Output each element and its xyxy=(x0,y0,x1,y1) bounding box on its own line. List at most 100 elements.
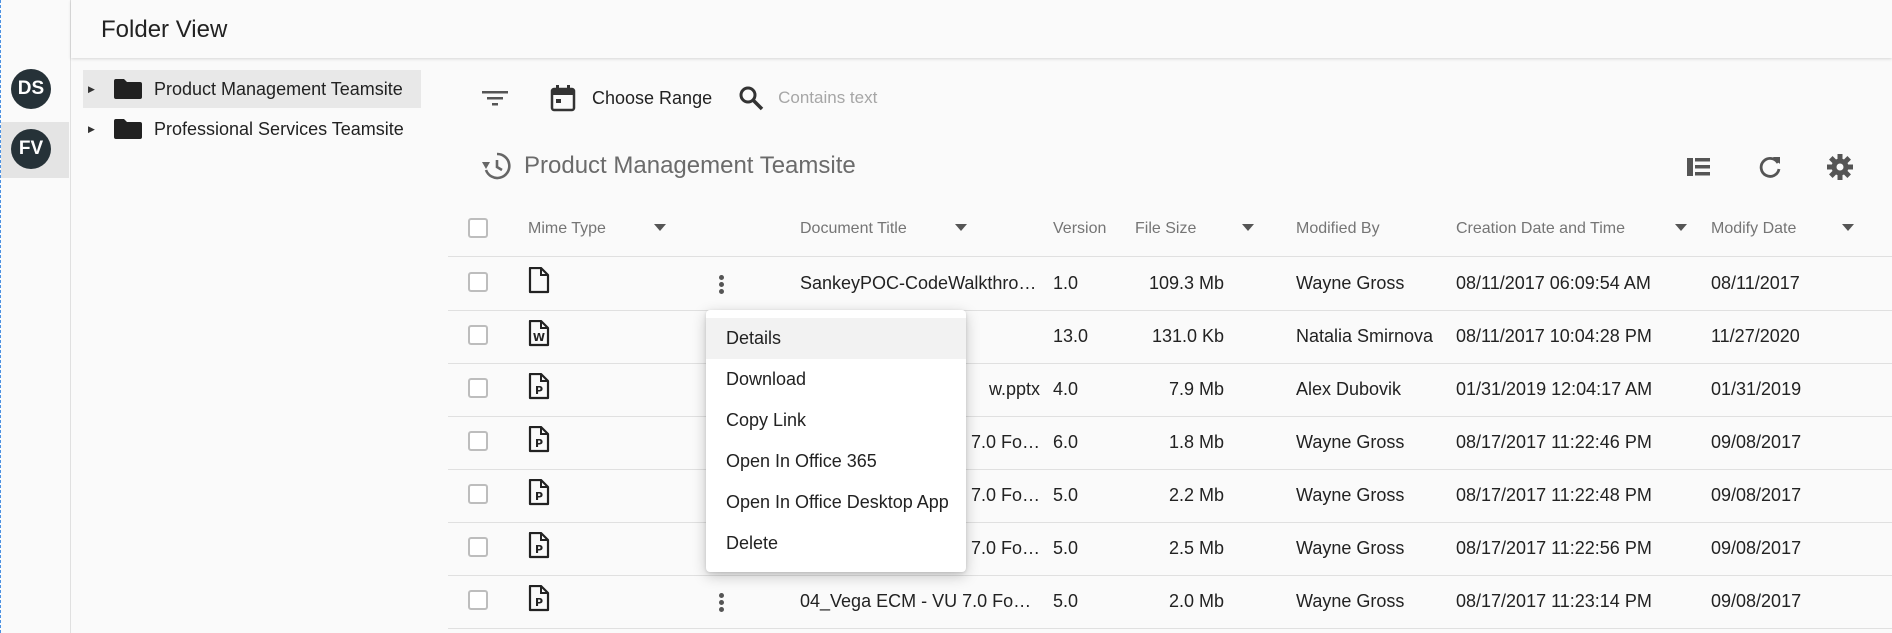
table-row[interactable]: Pw.pptx 4.0 7.9 Mb Alex Dubovik 01/31/2019 1… xyxy=(448,363,1892,417)
cell-modified-by: Alex Dubovik xyxy=(1296,379,1402,399)
header-modify-date[interactable]: Modify Date xyxy=(1711,220,1796,238)
more-actions-icon[interactable] xyxy=(716,591,726,615)
row-checkbox[interactable] xyxy=(468,484,488,504)
section-title: Product Management Teamsite xyxy=(524,152,856,179)
row-checkbox[interactable] xyxy=(468,431,488,451)
filter-icon xyxy=(482,91,508,106)
table-row[interactable]: P 7.0 Fo… 5.0 2.2 Mb Wayne Gross 08/17/2017 1… xyxy=(448,469,1892,523)
row-checkbox[interactable] xyxy=(468,537,488,557)
table-row[interactable]: P 7.0 Fo… 5.0 2.5 Mb Wayne Gross 08/17/2017 1… xyxy=(448,522,1892,576)
sort-mime-type-icon[interactable] xyxy=(654,224,666,231)
cell-modify-date: 01/31/2019 xyxy=(1711,379,1802,399)
cell-version: 5.0 xyxy=(1053,591,1079,611)
row-checkbox[interactable] xyxy=(468,378,488,398)
cell-document-title[interactable]: SankeyPOC-CodeWalkthro… xyxy=(800,273,1040,294)
table-row[interactable]: P 7.0 Fo… 6.0 1.8 Mb Wayne Gross 08/17/2017 1… xyxy=(448,416,1892,470)
cell-modify-date: 11/27/2020 xyxy=(1711,326,1800,346)
more-actions-icon[interactable] xyxy=(716,273,726,297)
cell-modify-date: 08/11/2017 xyxy=(1711,273,1800,293)
document-file-icon xyxy=(528,266,552,295)
svg-text:P: P xyxy=(535,490,543,503)
page-title: Folder View xyxy=(101,16,228,43)
caret-right-icon[interactable]: ▶ xyxy=(88,84,98,95)
menu-item-open-office-desktop[interactable]: Open In Office Desktop App xyxy=(706,482,966,523)
svg-text:P: P xyxy=(535,384,543,397)
cell-version: 13.0 xyxy=(1053,326,1089,346)
row-checkbox[interactable] xyxy=(468,590,488,610)
sort-modify-date-icon[interactable] xyxy=(1842,224,1854,231)
cell-modify-date: 09/08/2017 xyxy=(1711,538,1802,558)
select-all-checkbox[interactable] xyxy=(468,218,488,238)
table-row[interactable]: W 13.0 131.0 Kb Natalia Smirnova 08/11/2017 … xyxy=(448,310,1892,364)
cell-modified-by: Natalia Smirnova xyxy=(1296,326,1434,346)
settings-icon[interactable] xyxy=(1825,152,1855,182)
cell-file-size: 109.3 Mb xyxy=(1148,273,1224,293)
menu-item-open-office-365[interactable]: Open In Office 365 xyxy=(706,441,966,482)
table-header: Mime Type Document Title Version File Si… xyxy=(448,204,1892,257)
tree-item-label: Product Management Teamsite xyxy=(154,78,403,99)
cell-file-size: 2.2 Mb xyxy=(1168,485,1224,505)
svg-text:W: W xyxy=(533,331,545,344)
cell-file-size: 1.8 Mb xyxy=(1168,432,1224,452)
word-file-icon: W xyxy=(528,319,552,348)
cell-file-size: 131.0 Kb xyxy=(1151,326,1224,346)
header-document-title[interactable]: Document Title xyxy=(800,220,907,238)
tree-item-product-management[interactable]: ▶ Product Management Teamsite xyxy=(83,70,421,108)
search-icon xyxy=(739,86,764,111)
cell-version: 5.0 xyxy=(1053,485,1079,505)
search-input[interactable]: Contains text xyxy=(778,88,877,108)
svg-text:P: P xyxy=(535,596,543,609)
avatar-ds[interactable]: DS xyxy=(11,69,51,109)
powerpoint-file-icon: P xyxy=(528,372,552,401)
cell-creation-date: 08/17/2017 11:23:14 PM xyxy=(1456,591,1652,611)
cell-modified-by: Wayne Gross xyxy=(1296,432,1405,452)
choose-range-button[interactable]: Choose Range xyxy=(550,84,712,112)
cell-file-size: 2.0 Mb xyxy=(1168,591,1224,611)
header-file-size[interactable]: File Size xyxy=(1135,220,1196,238)
menu-item-download[interactable]: Download xyxy=(706,359,966,400)
row-checkbox[interactable] xyxy=(468,325,488,345)
cell-version: 1.0 xyxy=(1053,273,1079,293)
menu-item-copy-link[interactable]: Copy Link xyxy=(706,400,966,441)
view-columns-icon[interactable] xyxy=(1684,152,1714,182)
avatar-fv[interactable]: FV xyxy=(11,129,51,169)
folder-icon xyxy=(114,119,142,139)
table-row[interactable]: SankeyPOC-CodeWalkthro… 1.0 109.3 Mb Wayne … xyxy=(448,257,1892,311)
header-version[interactable]: Version xyxy=(1053,220,1106,238)
app-header: Folder View xyxy=(71,0,1892,58)
caret-right-icon[interactable]: ▶ xyxy=(88,124,98,135)
folder-icon xyxy=(114,79,142,99)
sort-creation-date-icon[interactable] xyxy=(1675,224,1687,231)
sort-document-title-icon[interactable] xyxy=(955,224,967,231)
svg-text:P: P xyxy=(535,437,543,450)
row-checkbox[interactable] xyxy=(468,272,488,292)
cell-version: 4.0 xyxy=(1053,379,1079,399)
cell-document-title[interactable]: 04_Vega ECM - VU 7.0 Fo… xyxy=(800,591,1040,612)
table-row[interactable]: P 04_Vega ECM - VU 7.0 Fo… 5.0 2.0 Mb Wayne … xyxy=(448,575,1892,629)
cell-modify-date: 09/08/2017 xyxy=(1711,432,1802,452)
filter-button[interactable] xyxy=(480,86,510,110)
refresh-icon[interactable] xyxy=(1755,152,1785,182)
cell-creation-date: 08/17/2017 11:22:56 PM xyxy=(1456,538,1652,558)
cell-modify-date: 09/08/2017 xyxy=(1711,485,1802,505)
calendar-icon xyxy=(550,85,576,112)
cell-creation-date: 08/17/2017 11:22:46 PM xyxy=(1456,432,1652,452)
cell-modified-by: Wayne Gross xyxy=(1296,485,1405,505)
header-mime-type[interactable]: Mime Type xyxy=(528,220,606,238)
cell-creation-date: 08/17/2017 11:22:48 PM xyxy=(1456,485,1652,505)
cell-modified-by: Wayne Gross xyxy=(1296,538,1405,558)
cell-modified-by: Wayne Gross xyxy=(1296,591,1405,611)
header-creation-date[interactable]: Creation Date and Time xyxy=(1456,220,1625,238)
sort-file-size-icon[interactable] xyxy=(1242,224,1254,231)
cell-creation-date: 08/11/2017 06:09:54 AM xyxy=(1456,273,1651,293)
cell-creation-date: 01/31/2019 12:04:17 AM xyxy=(1456,379,1653,399)
rail-border xyxy=(0,0,1,633)
history-icon xyxy=(482,152,511,180)
menu-item-details[interactable]: Details xyxy=(706,318,966,359)
menu-item-delete[interactable]: Delete xyxy=(706,523,966,564)
cell-version: 5.0 xyxy=(1053,538,1079,558)
search-box[interactable]: Contains text xyxy=(738,85,877,111)
header-modified-by[interactable]: Modified By xyxy=(1296,220,1380,238)
left-rail: DS FV xyxy=(0,0,71,633)
tree-item-professional-services[interactable]: ▶ Professional Services Teamsite xyxy=(83,110,404,148)
